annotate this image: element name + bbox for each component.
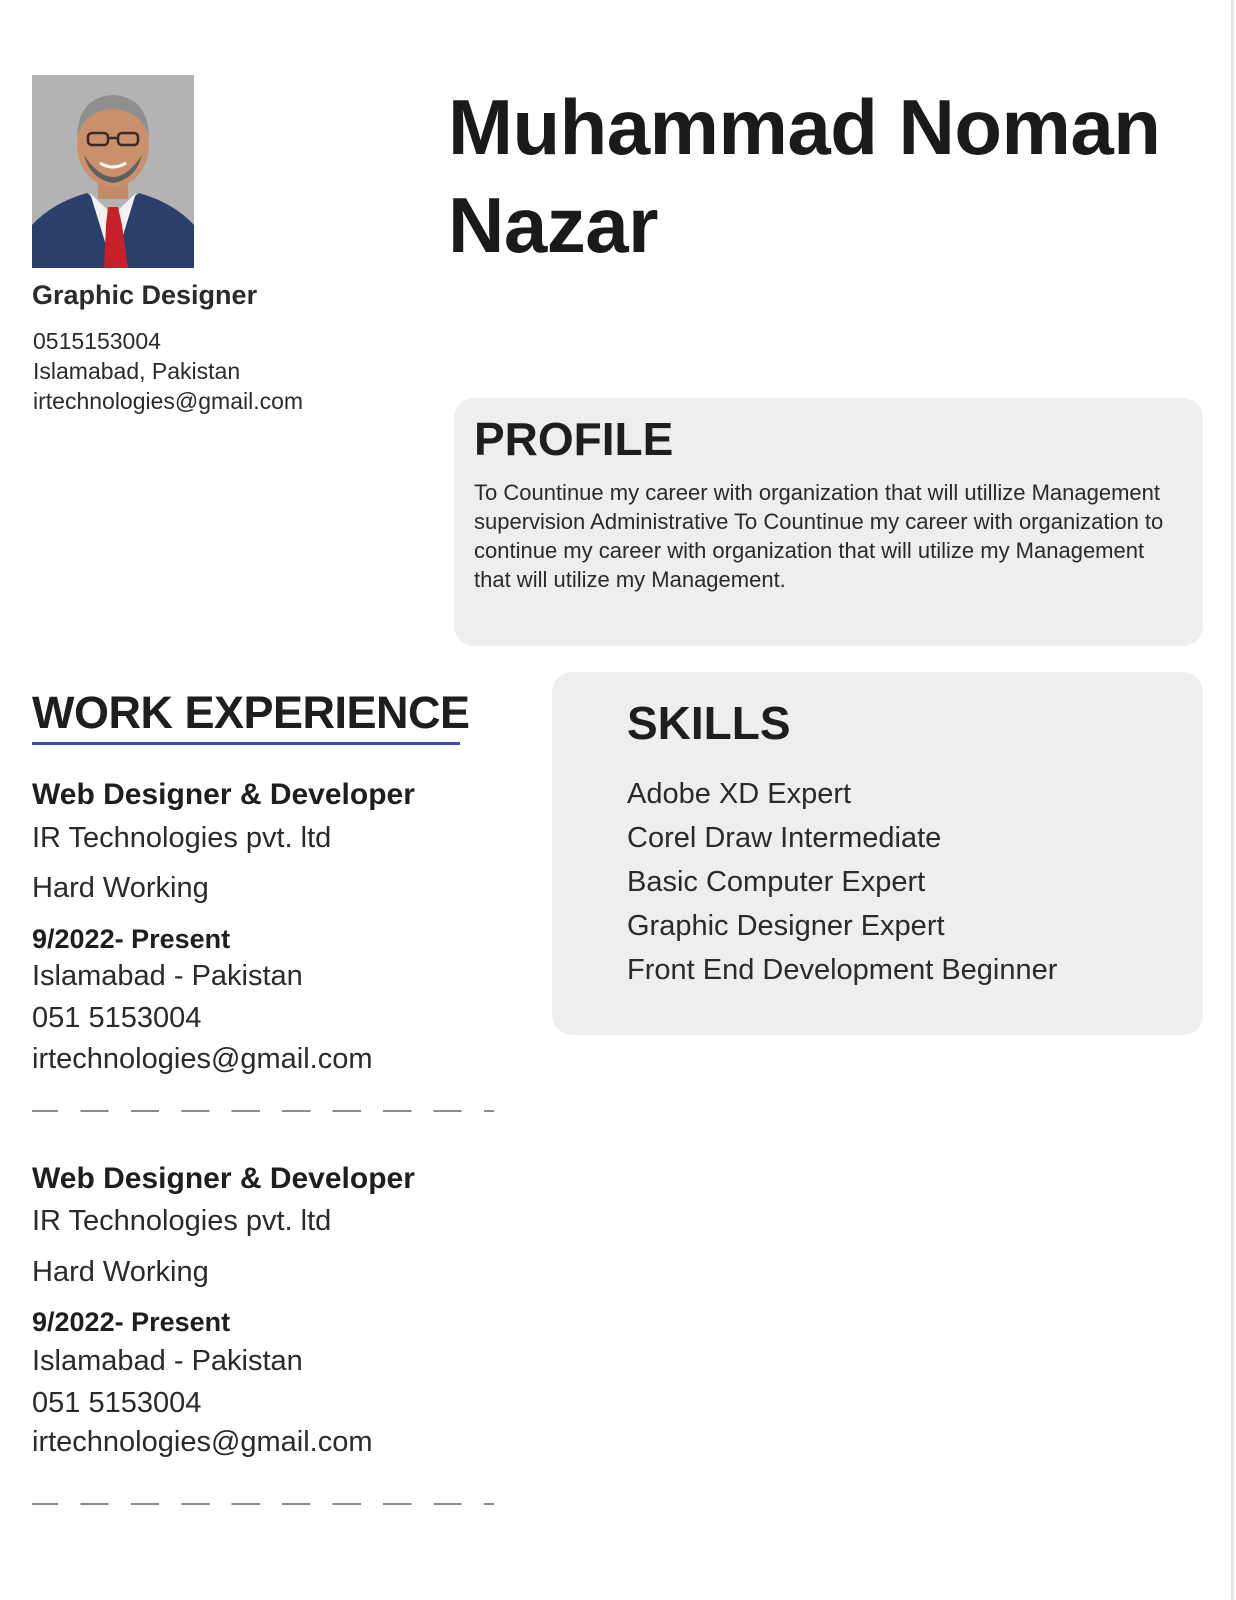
contact-email: irtechnologies@gmail.com [33,388,304,414]
skills-list: Adobe XD Expert Corel Draw Intermediate … [627,772,1057,992]
job-phone: 051 5153004 [32,1387,202,1419]
heading-underline [32,742,460,745]
separator [32,1503,494,1505]
job-phone: 051 5153004 [32,1002,202,1034]
skill-item: Corel Draw Intermediate [627,822,942,854]
job-entry: Web Designer & Developer IR Technologies… [32,1162,512,1462]
skill-item: Adobe XD Expert [627,778,852,810]
skill-item: Graphic Designer Expert [627,910,945,942]
job-company: IR Technologies pvt. ltd [32,822,332,854]
job-location: Islamabad - Pakistan [32,960,303,992]
contact-phone: 0515153004 [33,328,161,354]
skill-item: Basic Computer Expert [627,866,926,898]
skills-section: SKILLS Adobe XD Expert Corel Draw Interm… [552,672,1203,1035]
profile-heading: PROFILE [474,413,674,465]
profile-photo [32,75,194,268]
job-company: IR Technologies pvt. ltd [32,1205,332,1237]
separator [32,1110,494,1112]
job-trait: Hard Working [32,872,209,904]
job-entry: Web Designer & Developer IR Technologies… [32,778,512,1078]
name-line-2: Nazar [448,181,658,269]
job-date: 9/2022- Present [32,924,231,954]
job-email: irtechnologies@gmail.com [32,1043,373,1075]
job-role: Web Designer & Developer [32,778,415,811]
job-title: Graphic Designer [32,280,258,310]
job-role: Web Designer & Developer [32,1162,415,1195]
job-date: 9/2022- Present [32,1307,231,1337]
profile-section: PROFILE To Countinue my career with orga… [454,398,1203,646]
job-trait: Hard Working [32,1256,209,1288]
page-edge [1231,0,1234,1600]
name-line-1: Muhammad Noman [448,83,1161,171]
contact-location: Islamabad, Pakistan [33,358,241,384]
skills-heading: SKILLS [627,697,791,749]
profile-text: To Countinue my career with organization… [474,480,1164,592]
skill-item: Front End Development Beginner [627,954,1058,986]
job-email: irtechnologies@gmail.com [32,1426,373,1458]
job-location: Islamabad - Pakistan [32,1345,303,1377]
work-experience-heading: WORK EXPERIENCE [32,687,470,738]
full-name: Muhammad Noman Nazar [448,78,1218,274]
